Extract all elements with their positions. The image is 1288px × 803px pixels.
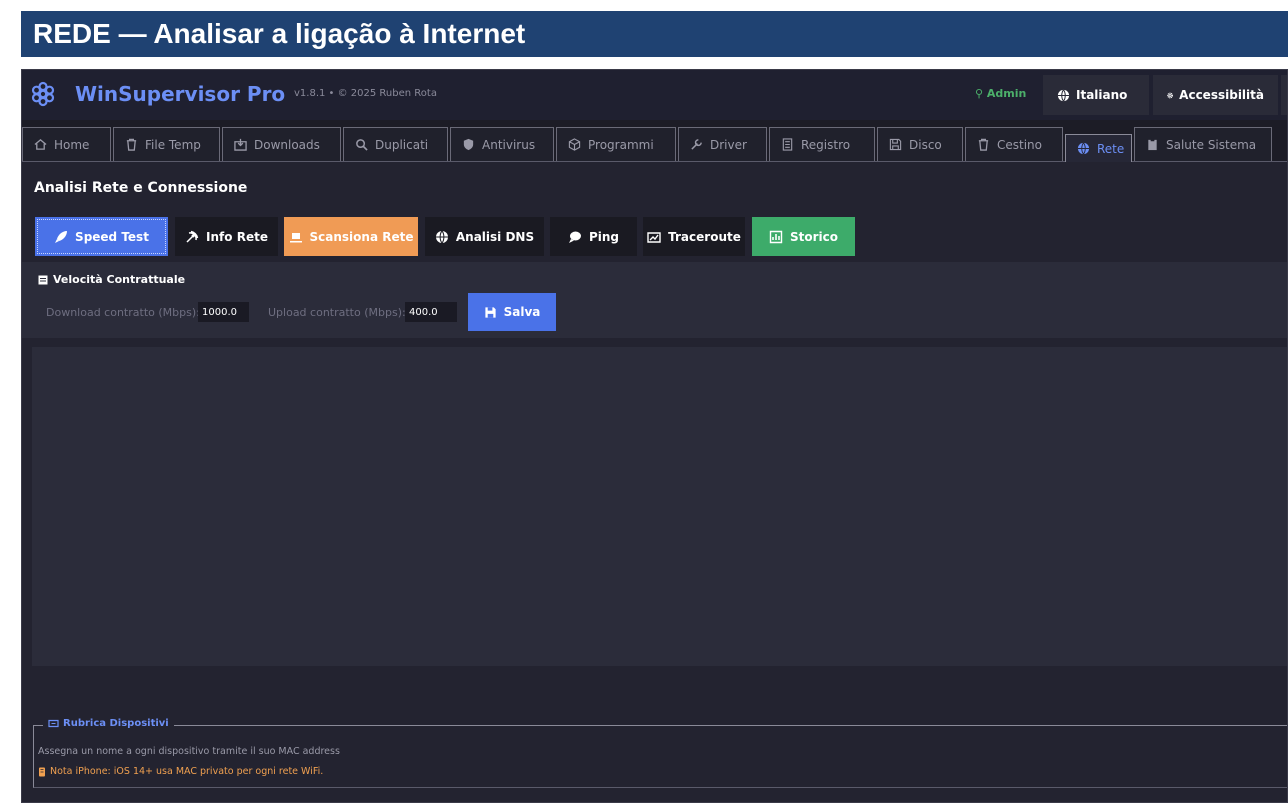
home-icon xyxy=(34,139,47,150)
upload-contract-input[interactable] xyxy=(405,302,457,322)
chart-icon xyxy=(769,230,783,243)
tab-driver[interactable]: Driver xyxy=(678,127,767,161)
app-window: WinSupervisor Pro v1.8.1 • © 2025 Ruben … xyxy=(21,69,1288,803)
floppy-icon xyxy=(889,138,902,151)
download-folder-icon xyxy=(234,138,247,151)
accessibility-button[interactable]: Accessibilità xyxy=(1153,75,1278,115)
speed-test-button[interactable]: Speed Test xyxy=(35,217,168,256)
lock-icon: ⚲ xyxy=(975,87,984,100)
section-title: Analisi Rete e Connessione xyxy=(34,180,248,196)
tab-cestino[interactable]: Cestino xyxy=(965,127,1063,161)
app-title: WinSupervisor Pro xyxy=(75,82,286,106)
language-label: Italiano xyxy=(1076,88,1128,102)
accessibility-label: Accessibilità xyxy=(1179,88,1264,102)
device-directory-group: Rubrica Dispositivi Assegna un nome a og… xyxy=(33,718,1287,788)
save-label: Salva xyxy=(503,305,541,319)
heading-label: Velocità Contrattuale xyxy=(53,273,186,286)
shield-icon xyxy=(463,138,474,151)
tab-label: Home xyxy=(54,137,90,152)
tab-duplicati[interactable]: Duplicati xyxy=(343,127,448,161)
tab-file-temp[interactable]: File Temp xyxy=(113,127,220,161)
document-icon xyxy=(782,138,793,151)
phone-icon xyxy=(39,767,45,776)
tab-label: Registro xyxy=(801,137,851,152)
button-label: Info Rete xyxy=(206,229,268,244)
results-area xyxy=(32,347,1287,666)
speech-bubble-icon xyxy=(568,231,581,243)
floppy-icon xyxy=(485,306,496,318)
upload-contract-label: Upload contratto (Mbps): xyxy=(268,306,406,319)
rocket-icon xyxy=(55,230,68,243)
tab-salute-sistema[interactable]: Salute Sistema xyxy=(1134,127,1272,161)
box-icon xyxy=(568,138,581,151)
admin-label: Admin xyxy=(986,87,1027,100)
device-directory-label: Rubrica Dispositivi xyxy=(63,718,169,729)
tab-label: File Temp xyxy=(145,137,201,152)
traceroute-button[interactable]: Traceroute xyxy=(643,217,745,256)
ping-button[interactable]: Ping xyxy=(550,217,637,256)
tab-antivirus[interactable]: Antivirus xyxy=(450,127,554,161)
button-label: Analisi DNS xyxy=(455,229,535,244)
download-contract-input[interactable] xyxy=(198,302,249,322)
network-panel: Analisi Rete e Connessione Speed Test In… xyxy=(22,162,1287,802)
tab-programmi[interactable]: Programmi xyxy=(556,127,676,161)
analisi-dns-button[interactable]: Analisi DNS xyxy=(425,217,544,256)
save-button[interactable]: Salva xyxy=(468,293,556,331)
scansiona-rete-button[interactable]: Scansiona Rete xyxy=(284,217,418,256)
tab-label: Salute Sistema xyxy=(1166,137,1257,152)
logo-icon xyxy=(31,81,55,107)
contract-speed-panel: Velocità Contrattuale Download contratto… xyxy=(22,262,1287,338)
laptop-icon xyxy=(289,232,302,242)
app-header: WinSupervisor Pro v1.8.1 • © 2025 Ruben … xyxy=(22,70,1287,120)
tab-registro[interactable]: Registro xyxy=(769,127,875,161)
button-label: Ping xyxy=(588,229,620,244)
contract-speed-heading: Velocità Contrattuale xyxy=(38,273,185,286)
trash-icon xyxy=(978,138,989,151)
tab-rete[interactable]: Rete xyxy=(1065,134,1132,162)
wrench-icon xyxy=(691,139,702,150)
tab-bar: Home File Temp Downloads Duplicati Antiv… xyxy=(22,126,1287,162)
satellite-icon xyxy=(186,230,199,243)
tab-home[interactable]: Home xyxy=(22,127,111,161)
gear-icon xyxy=(1167,92,1173,98)
button-label: Speed Test xyxy=(75,229,149,244)
clipboard-icon xyxy=(1148,138,1157,151)
button-label: Scansiona Rete xyxy=(309,229,414,244)
trash-icon xyxy=(126,138,137,151)
globe-icon xyxy=(1077,142,1090,155)
iphone-note: Nota iPhone: iOS 14+ usa MAC privato per… xyxy=(38,766,323,777)
button-label: Traceroute xyxy=(668,229,741,244)
globe-icon xyxy=(1057,89,1070,101)
clipboard-icon xyxy=(38,275,48,284)
tab-label: Disco xyxy=(909,137,942,152)
tab-label: Driver xyxy=(710,137,747,152)
tab-label: Duplicati xyxy=(375,137,429,152)
tab-label: Cestino xyxy=(997,137,1042,152)
admin-badge: ⚲ Admin xyxy=(975,87,1026,100)
info-rete-button[interactable]: Info Rete xyxy=(175,217,278,256)
device-directory-title: Rubrica Dispositivi xyxy=(43,718,174,729)
iphone-note-text: Nota iPhone: iOS 14+ usa MAC privato per… xyxy=(50,766,324,777)
app-version: v1.8.1 • © 2025 Ruben Rota xyxy=(294,88,437,99)
device-icon xyxy=(48,719,59,728)
page-banner-title: REDE — Analisar a ligação à Internet xyxy=(21,11,1288,57)
map-icon xyxy=(647,231,661,243)
tab-label: Downloads xyxy=(254,137,320,152)
button-label: Storico xyxy=(789,229,838,244)
tab-label: Antivirus xyxy=(482,137,536,152)
header-extra-button[interactable] xyxy=(1281,75,1287,115)
globe-icon xyxy=(435,230,448,243)
magnifier-icon xyxy=(356,139,368,151)
tab-downloads[interactable]: Downloads xyxy=(222,127,341,161)
language-button[interactable]: Italiano xyxy=(1043,75,1149,115)
download-contract-label: Download contratto (Mbps): xyxy=(46,306,200,319)
tab-label: Rete xyxy=(1097,141,1125,156)
tab-disco[interactable]: Disco xyxy=(877,127,963,161)
device-directory-description: Assegna un nome a ogni dispositivo trami… xyxy=(38,746,340,757)
tab-label: Programmi xyxy=(588,137,654,152)
storico-button[interactable]: Storico xyxy=(752,217,855,256)
